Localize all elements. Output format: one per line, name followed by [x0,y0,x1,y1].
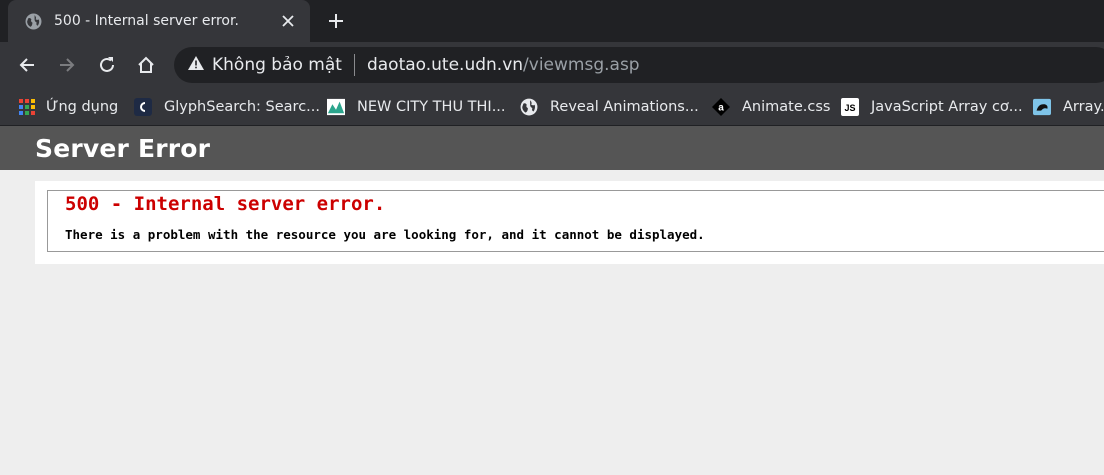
reload-icon[interactable] [94,52,120,78]
url-host[interactable]: daotao.ute.udn.vn [367,55,523,75]
browser-toolbar: Không bảo mật daotao.ute.udn.vn /viewmsg… [0,42,1104,88]
page-title: Server Error [35,133,211,163]
forward-arrow-icon[interactable] [54,52,80,78]
url-path[interactable]: /viewmsg.asp [523,55,640,75]
omnibox-divider [353,54,355,76]
home-icon[interactable] [133,52,159,78]
glyphsearch-icon [134,98,152,116]
bookmark-label: Reveal Animations... [550,99,699,115]
error-message: There is a problem with the resource you… [65,227,705,242]
error-fieldset: 500 - Internal server error. There is a … [47,190,1104,252]
bookmark-newcity[interactable]: NEW CITY THU THI... [327,88,506,126]
security-status-label[interactable]: Không bảo mật [212,55,342,75]
tab-strip: 500 - Internal server error. [0,0,1104,42]
bookmarks-bar: Ứng dụng GlyphSearch: Searc... NEW CITY … [0,88,1104,126]
bookmark-glyphsearch[interactable]: GlyphSearch: Searc... [134,88,320,126]
svg-text:a: a [718,103,724,114]
bookmark-label: Array.p [1063,99,1104,115]
newcity-icon [327,98,345,116]
back-arrow-icon[interactable] [14,52,40,78]
browser-tab[interactable]: 500 - Internal server error. [8,0,310,42]
bookmark-animate-css[interactable]: a Animate.css [712,88,830,126]
bookmark-label: Ứng dụng [46,99,119,115]
error-title: 500 - Internal server error. [65,193,386,215]
address-bar[interactable]: Không bảo mật daotao.ute.udn.vn /viewmsg… [174,47,1104,83]
bookmark-label: NEW CITY THU THI... [357,99,506,115]
bookmark-label: JavaScript Array cơ... [871,99,1023,115]
bookmark-label: GlyphSearch: Searc... [164,99,321,115]
bookmark-array[interactable]: Array.p [1033,88,1104,126]
tab-title: 500 - Internal server error. [54,13,239,29]
globe-icon [520,98,538,116]
apps-grid-icon [18,98,36,116]
warning-icon[interactable] [188,55,204,75]
new-tab-icon[interactable] [324,9,348,33]
svg-text:JS: JS [844,103,855,113]
array-icon [1033,98,1051,116]
bookmark-apps[interactable]: Ứng dụng [18,88,118,126]
bookmark-label: Animate.css [742,99,831,115]
animate-css-icon: a [712,98,730,116]
bookmark-reveal[interactable]: Reveal Animations... [520,88,699,126]
close-icon[interactable] [278,11,298,31]
js-icon: JS [841,98,859,116]
bookmark-js-array[interactable]: JS JavaScript Array cơ... [841,88,1023,126]
page-header: Server Error [0,126,1104,170]
content-area: 500 - Internal server error. There is a … [35,181,1104,264]
globe-icon [24,12,42,30]
